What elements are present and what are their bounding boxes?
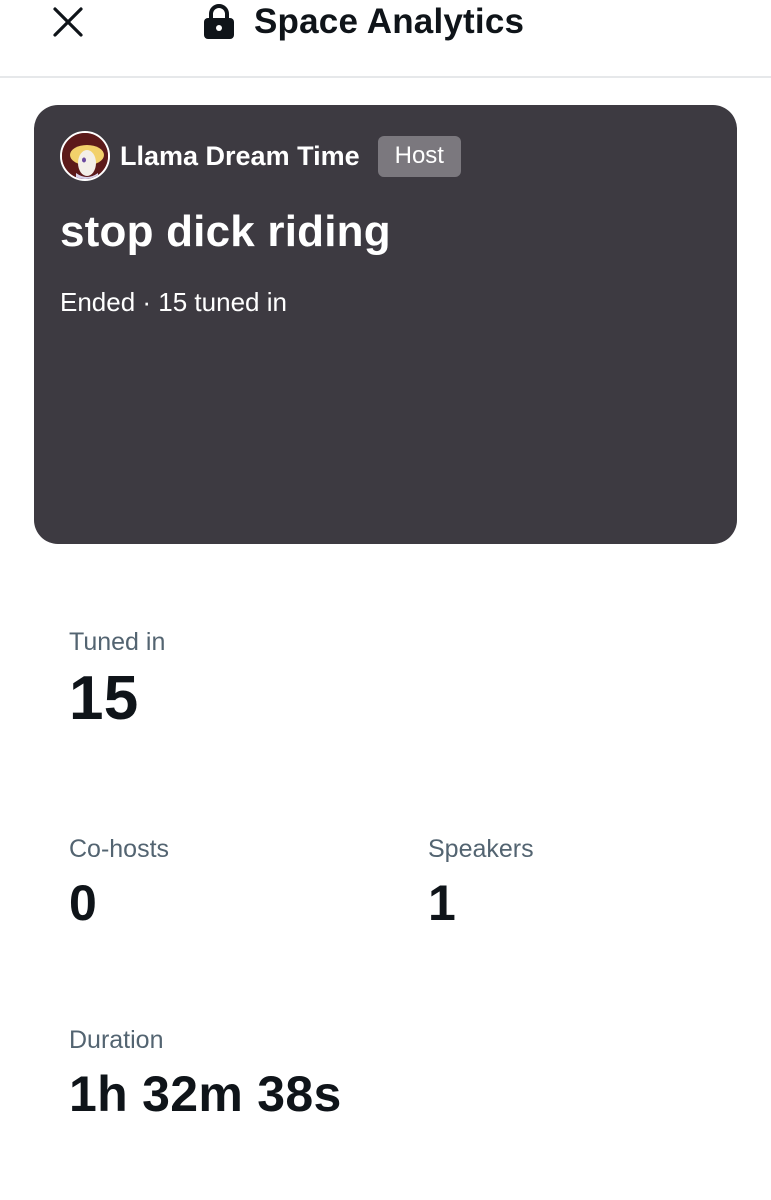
stat-label: Duration (69, 1026, 164, 1054)
space-title: stop dick riding (60, 207, 391, 256)
stat-tuned-in: Tuned in 15 (69, 628, 165, 734)
header-title-group: Space Analytics (202, 0, 524, 44)
host-badge: Host (377, 135, 461, 177)
stat-value: 1 (428, 875, 457, 931)
space-card: Llama Dream Time Host stop dick riding E… (34, 105, 737, 544)
stat-value: 15 (69, 664, 139, 733)
stat-duration: Duration 1h 32m 38s (69, 1026, 342, 1123)
stat-label: Co-hosts (69, 835, 170, 863)
stat-value: 0 (69, 875, 98, 931)
stat-speakers: Speakers 1 (428, 835, 534, 932)
space-status: Ended · 15 tuned in (60, 287, 287, 317)
stat-label: Speakers (428, 835, 534, 863)
avatar[interactable] (60, 131, 110, 181)
close-icon (53, 7, 83, 37)
stat-value: 1h 32m 38s (69, 1066, 342, 1122)
stat-label: Tuned in (69, 628, 166, 656)
close-button[interactable] (46, 0, 90, 44)
top-bar: Space Analytics (0, 0, 771, 78)
stat-co-hosts: Co-hosts 0 (69, 835, 169, 932)
host-row: Llama Dream Time Host (60, 131, 461, 181)
page-title: Space Analytics (254, 2, 525, 41)
lock-icon (202, 4, 236, 40)
host-name[interactable]: Llama Dream Time (120, 141, 360, 172)
